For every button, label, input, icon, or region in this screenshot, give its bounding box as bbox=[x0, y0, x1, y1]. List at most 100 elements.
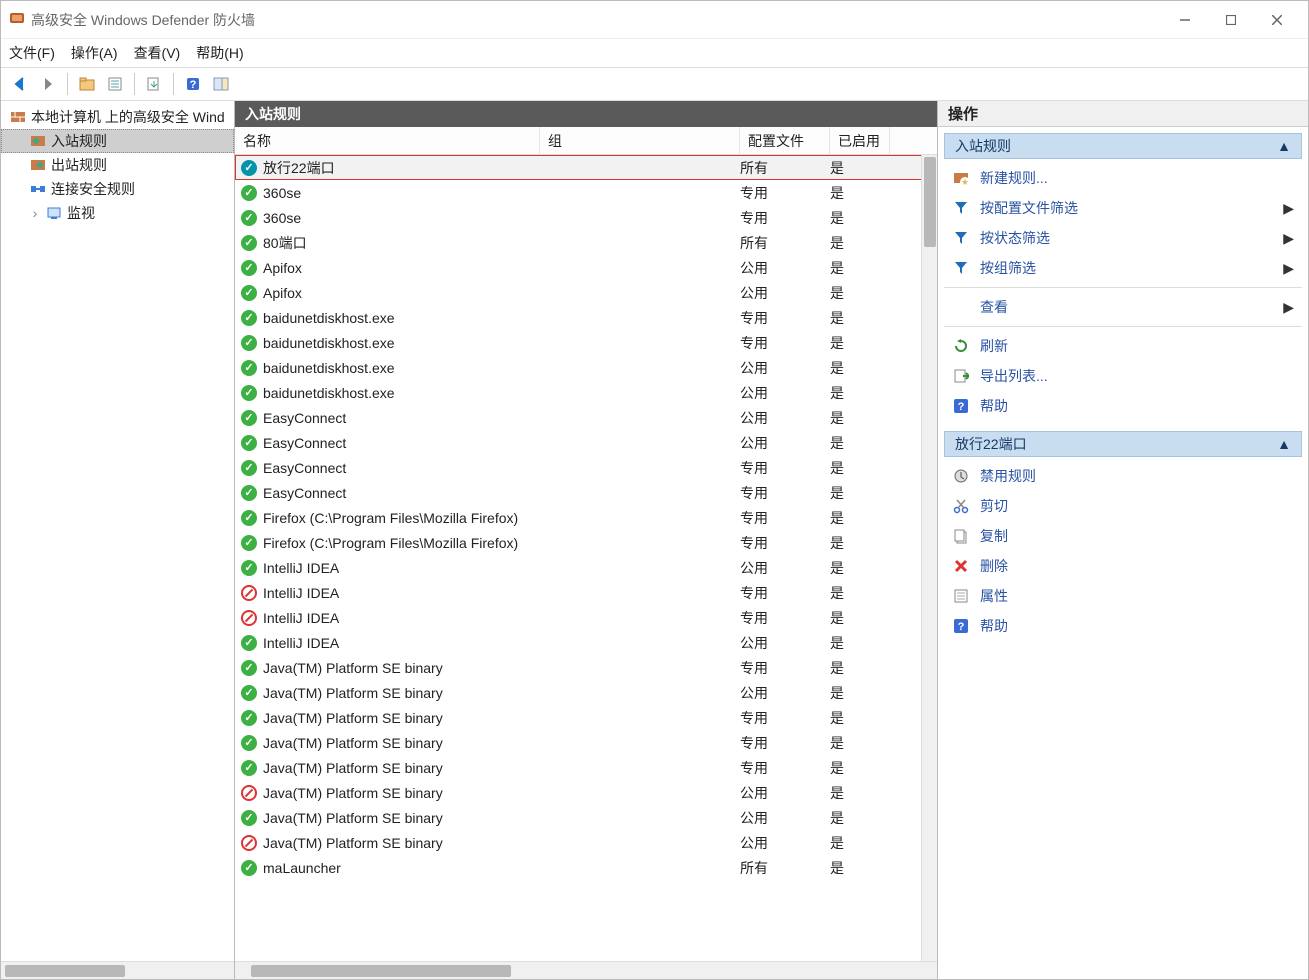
menu-action[interactable]: 操作(A) bbox=[71, 43, 118, 63]
collapse-icon: ▲ bbox=[1277, 436, 1291, 452]
rule-row[interactable]: ✓EasyConnect公用是 bbox=[235, 430, 937, 455]
rule-row[interactable]: ✓360se专用是 bbox=[235, 180, 937, 205]
menu-view[interactable]: 查看(V) bbox=[134, 43, 181, 63]
rule-row[interactable]: ✓Java(TM) Platform SE binary专用是 bbox=[235, 655, 937, 680]
menubar: 文件(F) 操作(A) 查看(V) 帮助(H) bbox=[1, 39, 1308, 67]
collapse-icon: ▲ bbox=[1277, 138, 1291, 154]
rule-enabled: 是 bbox=[830, 783, 890, 803]
list-button[interactable] bbox=[102, 71, 128, 97]
rule-row[interactable]: ✓Java(TM) Platform SE binary专用是 bbox=[235, 755, 937, 780]
minimize-button[interactable] bbox=[1162, 6, 1208, 34]
action-filter-profile-label: 按配置文件筛选 bbox=[980, 198, 1078, 218]
menu-file[interactable]: 文件(F) bbox=[9, 43, 55, 63]
close-button[interactable] bbox=[1254, 6, 1300, 34]
rule-row[interactable]: ✓360se专用是 bbox=[235, 205, 937, 230]
action-filter-state[interactable]: 按状态筛选 ▶ bbox=[944, 223, 1302, 253]
rule-enabled: 是 bbox=[830, 408, 890, 428]
action-filter-group[interactable]: 按组筛选 ▶ bbox=[944, 253, 1302, 283]
rule-name: Java(TM) Platform SE binary bbox=[263, 660, 443, 676]
rule-row[interactable]: ✓baidunetdiskhost.exe专用是 bbox=[235, 305, 937, 330]
action-delete[interactable]: 删除 bbox=[944, 551, 1302, 581]
separator bbox=[134, 73, 135, 95]
action-disable-rule[interactable]: 禁用规则 bbox=[944, 461, 1302, 491]
grid-hscrollbar[interactable] bbox=[235, 961, 937, 979]
action-refresh[interactable]: 刷新 bbox=[944, 331, 1302, 361]
rule-row[interactable]: ✓Java(TM) Platform SE binary专用是 bbox=[235, 730, 937, 755]
rule-row[interactable]: ✓Firefox (C:\Program Files\Mozilla Firef… bbox=[235, 505, 937, 530]
rule-row[interactable]: ✓Firefox (C:\Program Files\Mozilla Firef… bbox=[235, 530, 937, 555]
rule-row[interactable]: ✓Java(TM) Platform SE binary专用是 bbox=[235, 705, 937, 730]
action-export[interactable]: 导出列表... bbox=[944, 361, 1302, 391]
rule-name: EasyConnect bbox=[263, 435, 346, 451]
rule-row[interactable]: IntelliJ IDEA专用是 bbox=[235, 605, 937, 630]
col-profile[interactable]: 配置文件 bbox=[740, 127, 830, 154]
action-cut[interactable]: 剪切 bbox=[944, 491, 1302, 521]
actions-section-selected-rule[interactable]: 放行22端口 ▲ bbox=[944, 431, 1302, 457]
rule-enabled: 是 bbox=[830, 233, 890, 253]
rule-row[interactable]: ✓80端口所有是 bbox=[235, 230, 937, 255]
action-help2[interactable]: ? 帮助 bbox=[944, 611, 1302, 641]
tree-outbound[interactable]: 出站规则 bbox=[1, 153, 234, 177]
rule-name: maLauncher bbox=[263, 860, 341, 876]
new-rule-icon: ★ bbox=[952, 169, 970, 187]
submenu-arrow-icon: ▶ bbox=[1283, 230, 1294, 247]
blank-icon bbox=[952, 298, 970, 316]
col-group[interactable]: 组 bbox=[540, 127, 740, 154]
rule-row[interactable]: ✓EasyConnect专用是 bbox=[235, 455, 937, 480]
rule-name: baidunetdiskhost.exe bbox=[263, 335, 395, 351]
action-properties[interactable]: 属性 bbox=[944, 581, 1302, 611]
tree-root[interactable]: 本地计算机 上的高级安全 Wind bbox=[1, 105, 234, 129]
action-help2-label: 帮助 bbox=[980, 616, 1008, 636]
allow-icon: ✓ bbox=[241, 360, 257, 376]
rule-enabled: 是 bbox=[830, 458, 890, 478]
allow-icon: ✓ bbox=[241, 685, 257, 701]
action-new-rule[interactable]: ★ 新建规则... bbox=[944, 163, 1302, 193]
col-name[interactable]: 名称 bbox=[235, 127, 540, 154]
menu-help[interactable]: 帮助(H) bbox=[196, 43, 243, 63]
action-help[interactable]: ? 帮助 bbox=[944, 391, 1302, 421]
maximize-button[interactable] bbox=[1208, 6, 1254, 34]
rule-profile: 专用 bbox=[740, 208, 830, 228]
grid-vscrollbar[interactable] bbox=[921, 155, 937, 961]
expand-icon[interactable]: › bbox=[29, 205, 41, 221]
tree-connsec[interactable]: 连接安全规则 bbox=[1, 177, 234, 201]
rule-row[interactable]: Java(TM) Platform SE binary公用是 bbox=[235, 780, 937, 805]
rule-row[interactable]: ✓IntelliJ IDEA公用是 bbox=[235, 555, 937, 580]
panel-button[interactable] bbox=[208, 71, 234, 97]
submenu-arrow-icon: ▶ bbox=[1283, 260, 1294, 277]
action-filter-profile[interactable]: 按配置文件筛选 ▶ bbox=[944, 193, 1302, 223]
rule-name: Java(TM) Platform SE binary bbox=[263, 835, 443, 851]
rule-row[interactable]: ✓baidunetdiskhost.exe公用是 bbox=[235, 355, 937, 380]
forward-button[interactable] bbox=[35, 71, 61, 97]
folder-button[interactable] bbox=[74, 71, 100, 97]
rule-profile: 专用 bbox=[740, 608, 830, 628]
rule-row[interactable]: ✓Apifox公用是 bbox=[235, 280, 937, 305]
actions-section-inbound[interactable]: 入站规则 ▲ bbox=[944, 133, 1302, 159]
rule-enabled: 是 bbox=[830, 683, 890, 703]
help-button[interactable]: ? bbox=[180, 71, 206, 97]
export-button[interactable] bbox=[141, 71, 167, 97]
rule-profile: 专用 bbox=[740, 733, 830, 753]
tree-monitor[interactable]: › 监视 bbox=[1, 201, 234, 225]
rule-row[interactable]: IntelliJ IDEA专用是 bbox=[235, 580, 937, 605]
action-view[interactable]: 查看 ▶ bbox=[944, 292, 1302, 322]
rule-row[interactable]: ✓maLauncher所有是 bbox=[235, 855, 937, 880]
action-refresh-label: 刷新 bbox=[980, 336, 1008, 356]
rule-row[interactable]: ✓IntelliJ IDEA公用是 bbox=[235, 630, 937, 655]
rule-row[interactable]: ✓Java(TM) Platform SE binary公用是 bbox=[235, 805, 937, 830]
rule-row[interactable]: ✓放行22端口所有是 bbox=[235, 155, 937, 180]
rule-row[interactable]: ✓baidunetdiskhost.exe公用是 bbox=[235, 380, 937, 405]
rule-row[interactable]: ✓EasyConnect专用是 bbox=[235, 480, 937, 505]
tree-hscrollbar[interactable] bbox=[1, 961, 234, 979]
tree-inbound[interactable]: 入站规则 bbox=[1, 129, 234, 153]
rule-row[interactable]: Java(TM) Platform SE binary公用是 bbox=[235, 830, 937, 855]
rule-row[interactable]: ✓baidunetdiskhost.exe专用是 bbox=[235, 330, 937, 355]
rule-row[interactable]: ✓Apifox公用是 bbox=[235, 255, 937, 280]
rule-row[interactable]: ✓EasyConnect公用是 bbox=[235, 405, 937, 430]
back-button[interactable] bbox=[7, 71, 33, 97]
rule-name: IntelliJ IDEA bbox=[263, 585, 339, 601]
rule-row[interactable]: ✓Java(TM) Platform SE binary公用是 bbox=[235, 680, 937, 705]
col-enabled[interactable]: 已启用 bbox=[830, 127, 890, 154]
tree-pane: 本地计算机 上的高级安全 Wind 入站规则 出站规则 连接安全规则 › 监视 bbox=[1, 101, 235, 979]
action-copy[interactable]: 复制 bbox=[944, 521, 1302, 551]
